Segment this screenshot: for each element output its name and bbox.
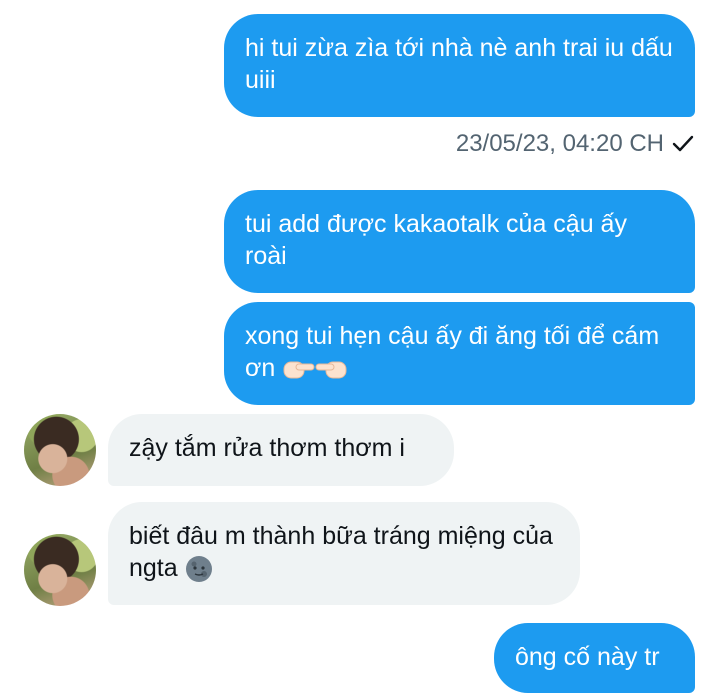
- message-bubble-received[interactable]: biết đâu m thành bữa tráng miệng của ngt…: [108, 502, 580, 605]
- avatar[interactable]: [24, 414, 96, 486]
- message-bubble-received[interactable]: zậy tắm rửa thơm thơm i: [108, 414, 454, 486]
- message-text: ông cố này tr: [515, 643, 660, 671]
- new-moon-face-emoji: [185, 556, 212, 583]
- message-timestamp: 23/05/23, 04:20 CH: [455, 130, 664, 157]
- message-timestamp-row: 23/05/23, 04:20 CH: [456, 124, 694, 164]
- message-bubble-sent[interactable]: xong tui hẹn cậu ấy đi ăng tối để cám ơn: [224, 302, 695, 405]
- check-icon: [672, 135, 694, 152]
- message-text: hi tui zừa zìa tới nhà nè anh trai iu dấ…: [245, 34, 673, 94]
- message-text: tui add được kakaotalk của cậu ấy roài: [245, 210, 627, 270]
- avatar[interactable]: [24, 534, 96, 606]
- message-text: zậy tắm rửa thơm thơm i: [129, 434, 405, 462]
- message-bubble-sent[interactable]: ông cố này tr: [494, 623, 695, 693]
- message-bubble-sent[interactable]: tui add được kakaotalk của cậu ấy roài: [224, 190, 695, 293]
- message-bubble-sent[interactable]: hi tui zừa zìa tới nhà nè anh trai iu dấ…: [224, 14, 695, 117]
- pointing-fingers-emoji: [283, 361, 347, 379]
